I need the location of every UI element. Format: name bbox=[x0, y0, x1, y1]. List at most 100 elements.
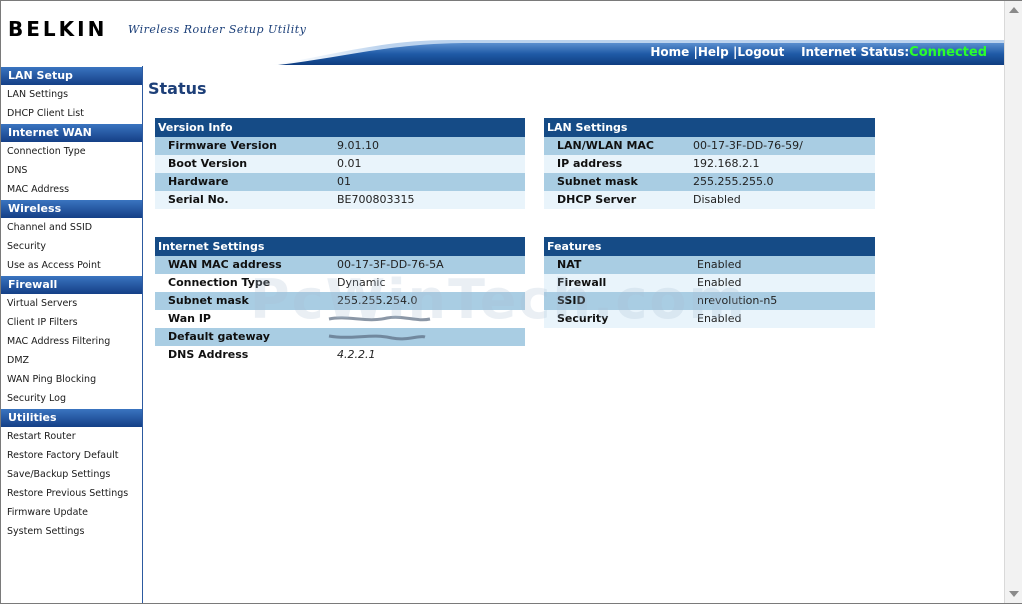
home-link[interactable]: Home | bbox=[650, 45, 698, 59]
table-row: Serial No. BE700803315 bbox=[155, 191, 525, 209]
sidebar-item-restore-previous[interactable]: Restore Previous Settings bbox=[1, 484, 142, 503]
dns-address-label: DNS Address bbox=[168, 348, 249, 361]
firewall-label: Firewall bbox=[557, 276, 607, 289]
hardware-value: 01 bbox=[337, 175, 351, 188]
table-row: Security Enabled bbox=[544, 310, 875, 328]
lan-wlan-mac-label: LAN/WLAN MAC bbox=[557, 139, 654, 152]
scroll-down-arrow-icon[interactable] bbox=[1009, 591, 1019, 597]
sidebar-item-access-point[interactable]: Use as Access Point bbox=[1, 256, 142, 275]
sidebar-item-security-log[interactable]: Security Log bbox=[1, 389, 142, 408]
lan-settings-header: LAN Settings bbox=[544, 118, 875, 137]
lan-subnet-mask-value: 255.255.255.0 bbox=[693, 175, 774, 188]
sidebar-item-mac-filtering[interactable]: MAC Address Filtering bbox=[1, 332, 142, 351]
dns-address-value: 4.2.2.1 bbox=[337, 348, 376, 361]
connection-type-value: Dynamic bbox=[337, 276, 386, 289]
default-gateway-label: Default gateway bbox=[168, 330, 270, 343]
vertical-scrollbar[interactable] bbox=[1004, 1, 1022, 603]
logout-link[interactable]: Logout bbox=[737, 45, 784, 59]
features-header: Features bbox=[544, 237, 875, 256]
table-row: SSID nrevolution-n5 bbox=[544, 292, 875, 310]
sidebar-section-firewall[interactable]: Firewall bbox=[1, 276, 142, 294]
table-row: Hardware 01 bbox=[155, 173, 525, 191]
help-link[interactable]: Help | bbox=[698, 45, 737, 59]
redacted-wan-ip bbox=[328, 315, 431, 322]
app-subtitle: Wireless Router Setup Utility bbox=[128, 23, 307, 36]
wan-mac-value: 00-17-3F-DD-76-5A bbox=[337, 258, 444, 271]
dhcp-server-value: Disabled bbox=[693, 193, 741, 206]
serial-no-label: Serial No. bbox=[168, 193, 229, 206]
table-row: Firewall Enabled bbox=[544, 274, 875, 292]
wan-subnet-mask-label: Subnet mask bbox=[168, 294, 249, 307]
table-row: LAN/WLAN MAC 00-17-3F-DD-76-59/ bbox=[544, 137, 875, 155]
top-links: Home |Help |Logout Internet Status:Conne… bbox=[650, 45, 1005, 60]
dhcp-server-label: DHCP Server bbox=[557, 193, 637, 206]
sidebar-item-wan-ping-blocking[interactable]: WAN Ping Blocking bbox=[1, 370, 142, 389]
page-title: Status bbox=[148, 79, 207, 98]
connection-type-label: Connection Type bbox=[168, 276, 271, 289]
table-row: Subnet mask 255.255.255.0 bbox=[544, 173, 875, 191]
table-row: NAT Enabled bbox=[544, 256, 875, 274]
internet-status-label: Internet Status: bbox=[801, 45, 910, 59]
top-nav-bar: Home |Help |Logout Internet Status:Conne… bbox=[270, 36, 1005, 65]
wan-ip-label: Wan IP bbox=[168, 312, 211, 325]
sidebar-item-restore-factory[interactable]: Restore Factory Default bbox=[1, 446, 142, 465]
table-row: Boot Version 0.01 bbox=[155, 155, 525, 173]
table-row: Default gateway bbox=[155, 328, 525, 346]
sidebar-item-dns[interactable]: DNS bbox=[1, 161, 142, 180]
serial-no-value: BE700803315 bbox=[337, 193, 415, 206]
sidebar-item-dhcp-client-list[interactable]: DHCP Client List bbox=[1, 104, 142, 123]
features-security-label: Security bbox=[557, 312, 609, 325]
sidebar-item-firmware-update[interactable]: Firmware Update bbox=[1, 503, 142, 522]
sidebar-section-internet-wan[interactable]: Internet WAN bbox=[1, 124, 142, 142]
table-row: Wan IP bbox=[155, 310, 525, 328]
sidebar-item-system-settings[interactable]: System Settings bbox=[1, 522, 142, 541]
sidebar-item-wireless-security[interactable]: Security bbox=[1, 237, 142, 256]
sidebar-item-channel-ssid[interactable]: Channel and SSID bbox=[1, 218, 142, 237]
sidebar-item-dmz[interactable]: DMZ bbox=[1, 351, 142, 370]
sidebar-item-mac-address[interactable]: MAC Address bbox=[1, 180, 142, 199]
sidebar-item-virtual-servers[interactable]: Virtual Servers bbox=[1, 294, 142, 313]
wan-subnet-mask-value: 255.255.254.0 bbox=[337, 294, 418, 307]
features-security-value: Enabled bbox=[697, 312, 742, 325]
hardware-label: Hardware bbox=[168, 175, 229, 188]
table-row: Connection Type Dynamic bbox=[155, 274, 525, 292]
sidebar-nav: LAN Setup LAN Settings DHCP Client List … bbox=[1, 66, 143, 603]
internet-status-value: Connected bbox=[909, 45, 987, 60]
firmware-version-label: Firmware Version bbox=[168, 139, 277, 152]
lan-settings-panel: LAN Settings LAN/WLAN MAC 00-17-3F-DD-76… bbox=[544, 118, 875, 209]
ip-address-label: IP address bbox=[557, 157, 623, 170]
table-row: Firmware Version 9.01.10 bbox=[155, 137, 525, 155]
sidebar-item-connection-type[interactable]: Connection Type bbox=[1, 142, 142, 161]
nat-value: Enabled bbox=[697, 258, 742, 271]
sidebar-item-save-backup[interactable]: Save/Backup Settings bbox=[1, 465, 142, 484]
firmware-version-value: 9.01.10 bbox=[337, 139, 379, 152]
ip-address-value: 192.168.2.1 bbox=[693, 157, 760, 170]
table-row: DHCP Server Disabled bbox=[544, 191, 875, 209]
version-info-header: Version Info bbox=[155, 118, 525, 137]
version-info-panel: Version Info Firmware Version 9.01.10 Bo… bbox=[155, 118, 525, 209]
sidebar-item-client-ip-filters[interactable]: Client IP Filters bbox=[1, 313, 142, 332]
internet-settings-panel: Internet Settings WAN MAC address 00-17-… bbox=[155, 237, 525, 364]
lan-wlan-mac-value: 00-17-3F-DD-76-59/ bbox=[693, 139, 803, 152]
table-row: DNS Address 4.2.2.1 bbox=[155, 346, 525, 364]
firewall-value: Enabled bbox=[697, 276, 742, 289]
ssid-label: SSID bbox=[557, 294, 586, 307]
sidebar-item-lan-settings[interactable]: LAN Settings bbox=[1, 85, 142, 104]
belkin-logo: BELKIN bbox=[8, 17, 108, 41]
wan-mac-label: WAN MAC address bbox=[168, 258, 282, 271]
table-row: WAN MAC address 00-17-3F-DD-76-5A bbox=[155, 256, 525, 274]
table-row: Subnet mask 255.255.254.0 bbox=[155, 292, 525, 310]
sidebar-section-lan-setup[interactable]: LAN Setup bbox=[1, 67, 142, 85]
ssid-value: nrevolution-n5 bbox=[697, 294, 778, 307]
sidebar-section-utilities[interactable]: Utilities bbox=[1, 409, 142, 427]
lan-subnet-mask-label: Subnet mask bbox=[557, 175, 638, 188]
boot-version-label: Boot Version bbox=[168, 157, 248, 170]
table-row: IP address 192.168.2.1 bbox=[544, 155, 875, 173]
boot-version-value: 0.01 bbox=[337, 157, 362, 170]
internet-settings-header: Internet Settings bbox=[155, 237, 525, 256]
sidebar-section-wireless[interactable]: Wireless bbox=[1, 200, 142, 218]
sidebar-item-restart-router[interactable]: Restart Router bbox=[1, 427, 142, 446]
features-panel: Features NAT Enabled Firewall Enabled SS… bbox=[544, 237, 875, 328]
redacted-default-gateway bbox=[328, 334, 426, 341]
scroll-up-arrow-icon[interactable] bbox=[1009, 7, 1019, 13]
